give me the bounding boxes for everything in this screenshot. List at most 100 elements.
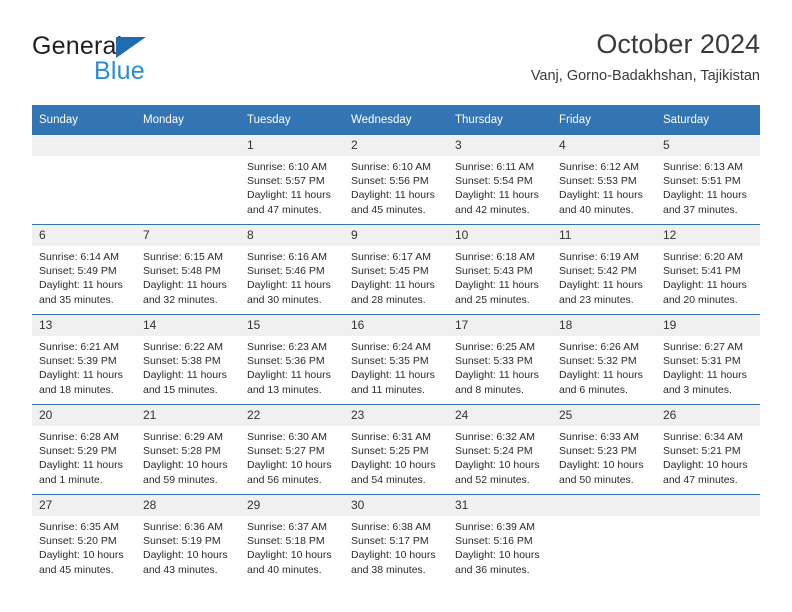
daylight-text-line2: and 1 minute. (39, 473, 103, 486)
daylight-text-line1: Daylight: 10 hours (143, 459, 228, 472)
day-details: Sunrise: 6:35 AM Sunset: 5:20 PM Dayligh… (32, 516, 136, 577)
logo-text-general: General (32, 32, 123, 60)
day-cell[interactable]: 26 Sunrise: 6:34 AM Sunset: 5:21 PM Dayl… (656, 404, 760, 495)
daylight-text-line2: and 43 minutes. (143, 563, 218, 576)
day-cell[interactable]: 5 Sunrise: 6:13 AM Sunset: 5:51 PM Dayli… (656, 135, 760, 225)
calendar-week-row: 27 Sunrise: 6:35 AM Sunset: 5:20 PM Dayl… (32, 494, 760, 584)
sunset-text: Sunset: 5:24 PM (455, 445, 533, 458)
sunset-text: Sunset: 5:20 PM (39, 535, 117, 548)
day-details: Sunrise: 6:19 AM Sunset: 5:42 PM Dayligh… (552, 246, 656, 307)
day-number: 13 (32, 315, 136, 336)
sunrise-text: Sunrise: 6:21 AM (39, 341, 119, 353)
sunrise-text: Sunrise: 6:30 AM (247, 431, 327, 443)
daylight-text-line2: and 56 minutes. (247, 473, 322, 486)
daylight-text-line1: Daylight: 11 hours (455, 369, 539, 382)
day-cell[interactable]: 30 Sunrise: 6:38 AM Sunset: 5:17 PM Dayl… (344, 494, 448, 584)
day-cell[interactable]: 25 Sunrise: 6:33 AM Sunset: 5:23 PM Dayl… (552, 404, 656, 495)
day-cell[interactable]: 17 Sunrise: 6:25 AM Sunset: 5:33 PM Dayl… (448, 314, 552, 405)
daylight-text-line1: Daylight: 11 hours (39, 459, 123, 472)
daylight-text-line2: and 47 minutes. (663, 473, 738, 486)
day-cell[interactable]: 24 Sunrise: 6:32 AM Sunset: 5:24 PM Dayl… (448, 404, 552, 495)
daylight-text-line1: Daylight: 11 hours (663, 369, 747, 382)
sunrise-text: Sunrise: 6:34 AM (663, 431, 743, 443)
day-details: Sunrise: 6:24 AM Sunset: 5:35 PM Dayligh… (344, 336, 448, 397)
sunset-text: Sunset: 5:41 PM (663, 265, 741, 278)
day-cell[interactable]: 16 Sunrise: 6:24 AM Sunset: 5:35 PM Dayl… (344, 314, 448, 405)
daylight-text-line2: and 54 minutes. (351, 473, 426, 486)
daylight-text-line1: Daylight: 10 hours (247, 459, 332, 472)
day-details: Sunrise: 6:12 AM Sunset: 5:53 PM Dayligh… (552, 156, 656, 217)
day-cell[interactable]: 2 Sunrise: 6:10 AM Sunset: 5:56 PM Dayli… (344, 135, 448, 225)
daylight-text-line2: and 42 minutes. (455, 203, 530, 216)
day-number: 27 (32, 495, 136, 516)
sunset-text: Sunset: 5:17 PM (351, 535, 429, 548)
general-blue-logo[interactable]: General Blue (32, 32, 252, 90)
daylight-text-line2: and 38 minutes. (351, 563, 426, 576)
day-cell[interactable]: 29 Sunrise: 6:37 AM Sunset: 5:18 PM Dayl… (240, 494, 344, 584)
calendar-week-row: 1 Sunrise: 6:10 AM Sunset: 5:57 PM Dayli… (32, 135, 760, 225)
sunset-text: Sunset: 5:56 PM (351, 175, 429, 188)
day-cell[interactable]: 6 Sunrise: 6:14 AM Sunset: 5:49 PM Dayli… (32, 224, 136, 315)
sunset-text: Sunset: 5:54 PM (455, 175, 533, 188)
day-cell[interactable]: 13 Sunrise: 6:21 AM Sunset: 5:39 PM Dayl… (32, 314, 136, 405)
page-header: General Blue October 2024 Vanj, Gorno-Ba… (32, 28, 760, 98)
daylight-text-line1: Daylight: 11 hours (247, 189, 331, 202)
sunrise-text: Sunrise: 6:33 AM (559, 431, 639, 443)
day-cell[interactable]: 22 Sunrise: 6:30 AM Sunset: 5:27 PM Dayl… (240, 404, 344, 495)
sunrise-text: Sunrise: 6:29 AM (143, 431, 223, 443)
sunrise-text: Sunrise: 6:11 AM (455, 161, 535, 173)
day-cell[interactable]: 11 Sunrise: 6:19 AM Sunset: 5:42 PM Dayl… (552, 224, 656, 315)
daylight-text-line1: Daylight: 11 hours (351, 189, 435, 202)
sunrise-text: Sunrise: 6:18 AM (455, 251, 535, 263)
day-number (552, 495, 656, 516)
day-cell[interactable]: 27 Sunrise: 6:35 AM Sunset: 5:20 PM Dayl… (32, 494, 136, 584)
day-cell[interactable]: 1 Sunrise: 6:10 AM Sunset: 5:57 PM Dayli… (240, 135, 344, 225)
sunset-text: Sunset: 5:57 PM (247, 175, 325, 188)
day-cell[interactable]: 8 Sunrise: 6:16 AM Sunset: 5:46 PM Dayli… (240, 224, 344, 315)
daylight-text-line1: Daylight: 11 hours (559, 369, 643, 382)
day-cell[interactable]: 18 Sunrise: 6:26 AM Sunset: 5:32 PM Dayl… (552, 314, 656, 405)
day-cell[interactable]: 19 Sunrise: 6:27 AM Sunset: 5:31 PM Dayl… (656, 314, 760, 405)
page-title: October 2024 (596, 29, 760, 59)
sunset-text: Sunset: 5:19 PM (143, 535, 221, 548)
sunset-text: Sunset: 5:21 PM (663, 445, 741, 458)
sunrise-text: Sunrise: 6:27 AM (663, 341, 743, 353)
day-number: 30 (344, 495, 448, 516)
daylight-text-line1: Daylight: 10 hours (247, 549, 332, 562)
sunset-text: Sunset: 5:27 PM (247, 445, 325, 458)
sunset-text: Sunset: 5:45 PM (351, 265, 429, 278)
day-cell[interactable]: 15 Sunrise: 6:23 AM Sunset: 5:36 PM Dayl… (240, 314, 344, 405)
day-cell[interactable]: 3 Sunrise: 6:11 AM Sunset: 5:54 PM Dayli… (448, 135, 552, 225)
calendar-week-row: 13 Sunrise: 6:21 AM Sunset: 5:39 PM Dayl… (32, 314, 760, 405)
daylight-text-line2: and 59 minutes. (143, 473, 218, 486)
sunset-text: Sunset: 5:48 PM (143, 265, 221, 278)
day-number: 19 (656, 315, 760, 336)
sunrise-text: Sunrise: 6:32 AM (455, 431, 535, 443)
day-cell[interactable]: 10 Sunrise: 6:18 AM Sunset: 5:43 PM Dayl… (448, 224, 552, 315)
sunset-text: Sunset: 5:28 PM (143, 445, 221, 458)
day-cell[interactable]: 4 Sunrise: 6:12 AM Sunset: 5:53 PM Dayli… (552, 135, 656, 225)
day-cell[interactable]: 20 Sunrise: 6:28 AM Sunset: 5:29 PM Dayl… (32, 404, 136, 495)
sunset-text: Sunset: 5:35 PM (351, 355, 429, 368)
page-subtitle: Vanj, Gorno-Badakhshan, Tajikistan (530, 68, 760, 84)
day-cell[interactable]: 21 Sunrise: 6:29 AM Sunset: 5:28 PM Dayl… (136, 404, 240, 495)
sunrise-text: Sunrise: 6:39 AM (455, 521, 535, 533)
day-details: Sunrise: 6:31 AM Sunset: 5:25 PM Dayligh… (344, 426, 448, 487)
day-cell[interactable]: 28 Sunrise: 6:36 AM Sunset: 5:19 PM Dayl… (136, 494, 240, 584)
day-cell[interactable]: 14 Sunrise: 6:22 AM Sunset: 5:38 PM Dayl… (136, 314, 240, 405)
sunrise-text: Sunrise: 6:23 AM (247, 341, 327, 353)
day-cell[interactable]: 12 Sunrise: 6:20 AM Sunset: 5:41 PM Dayl… (656, 224, 760, 315)
day-details: Sunrise: 6:32 AM Sunset: 5:24 PM Dayligh… (448, 426, 552, 487)
daylight-text-line1: Daylight: 11 hours (143, 279, 227, 292)
daylight-text-line1: Daylight: 11 hours (247, 279, 331, 292)
daylight-text-line1: Daylight: 11 hours (39, 369, 123, 382)
day-cell[interactable]: 23 Sunrise: 6:31 AM Sunset: 5:25 PM Dayl… (344, 404, 448, 495)
day-cell[interactable]: 9 Sunrise: 6:17 AM Sunset: 5:45 PM Dayli… (344, 224, 448, 315)
sunset-text: Sunset: 5:23 PM (559, 445, 637, 458)
day-details: Sunrise: 6:27 AM Sunset: 5:31 PM Dayligh… (656, 336, 760, 397)
daylight-text-line2: and 35 minutes. (39, 293, 114, 306)
sunrise-text: Sunrise: 6:20 AM (663, 251, 743, 263)
day-number: 31 (448, 495, 552, 516)
day-cell[interactable]: 7 Sunrise: 6:15 AM Sunset: 5:48 PM Dayli… (136, 224, 240, 315)
day-cell[interactable]: 31 Sunrise: 6:39 AM Sunset: 5:16 PM Dayl… (448, 494, 552, 584)
